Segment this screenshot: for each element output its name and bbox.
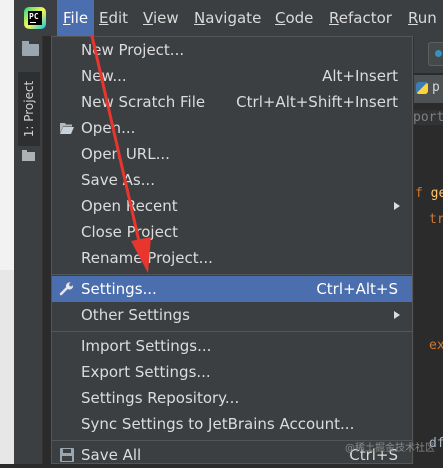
menu-item-other-settings[interactable]: Other Settings [52, 302, 412, 328]
menu-item-export-settings[interactable]: Export Settings... [52, 359, 412, 385]
menu-code[interactable]: Code [269, 0, 319, 36]
menu-item-open[interactable]: Open... [52, 115, 412, 141]
submenu-arrow-icon [394, 311, 400, 319]
menu-view[interactable]: View [137, 0, 185, 36]
menu-navigate[interactable]: Navigate [188, 0, 267, 36]
menu-item-rename-project[interactable]: Rename Project... [52, 245, 412, 271]
menu-item-save-as[interactable]: Save As... [52, 167, 412, 193]
pycharm-logo-icon[interactable]: PC [24, 7, 46, 29]
editor-code-fragment: f ge [415, 186, 443, 201]
python-file-icon [416, 82, 428, 94]
toolbar-button[interactable] [428, 42, 443, 66]
menu-item-import-settings[interactable]: Import Settings... [52, 333, 412, 359]
main-menubar: PC File Edit View Navigate Code Refactor… [14, 0, 443, 37]
project-tab-label[interactable]: 1: Project [18, 72, 40, 146]
menu-edit[interactable]: Edit [93, 0, 134, 36]
menu-file[interactable]: File [57, 0, 95, 36]
left-window-strip [0, 0, 14, 464]
menu-run[interactable]: Run [402, 0, 443, 36]
open-folder-icon [60, 123, 74, 134]
menu-item-sync-settings[interactable]: Sync Settings to JetBrains Account... [52, 411, 412, 437]
menu-item-open-url[interactable]: Open URL... [52, 141, 412, 167]
save-disk-icon [60, 448, 74, 462]
menu-item-open-recent[interactable]: Open Recent [52, 193, 412, 219]
menu-separator [52, 274, 412, 275]
menu-item-new-project[interactable]: New Project... [52, 37, 412, 63]
editor-code-fragment: ex [429, 338, 443, 353]
menu-item-settings[interactable]: Settings... Ctrl+Alt+S [52, 276, 412, 302]
menu-separator [52, 331, 412, 332]
menu-item-close-project[interactable]: Close Project [52, 219, 412, 245]
menu-refactor[interactable]: Refactor [323, 0, 398, 36]
watermark: @稀土掘金技术社区 [345, 443, 435, 454]
file-menu-dropdown: New Project... New... Alt+Insert New Scr… [51, 36, 413, 464]
menu-item-new[interactable]: New... Alt+Insert [52, 63, 412, 89]
submenu-arrow-icon [394, 202, 400, 210]
editor-code-fragment: tr [429, 212, 443, 227]
editor-code-fragment: port [413, 110, 443, 125]
menu-item-settings-repository[interactable]: Settings Repository... [52, 385, 412, 411]
folder-icon[interactable] [22, 41, 39, 56]
menu-item-new-scratch-file[interactable]: New Scratch File Ctrl+Alt+Shift+Insert [52, 89, 412, 115]
editor-tab-label: p [432, 80, 440, 95]
divider [413, 36, 414, 464]
wrench-icon [59, 282, 74, 296]
folder-icon[interactable] [22, 150, 35, 161]
